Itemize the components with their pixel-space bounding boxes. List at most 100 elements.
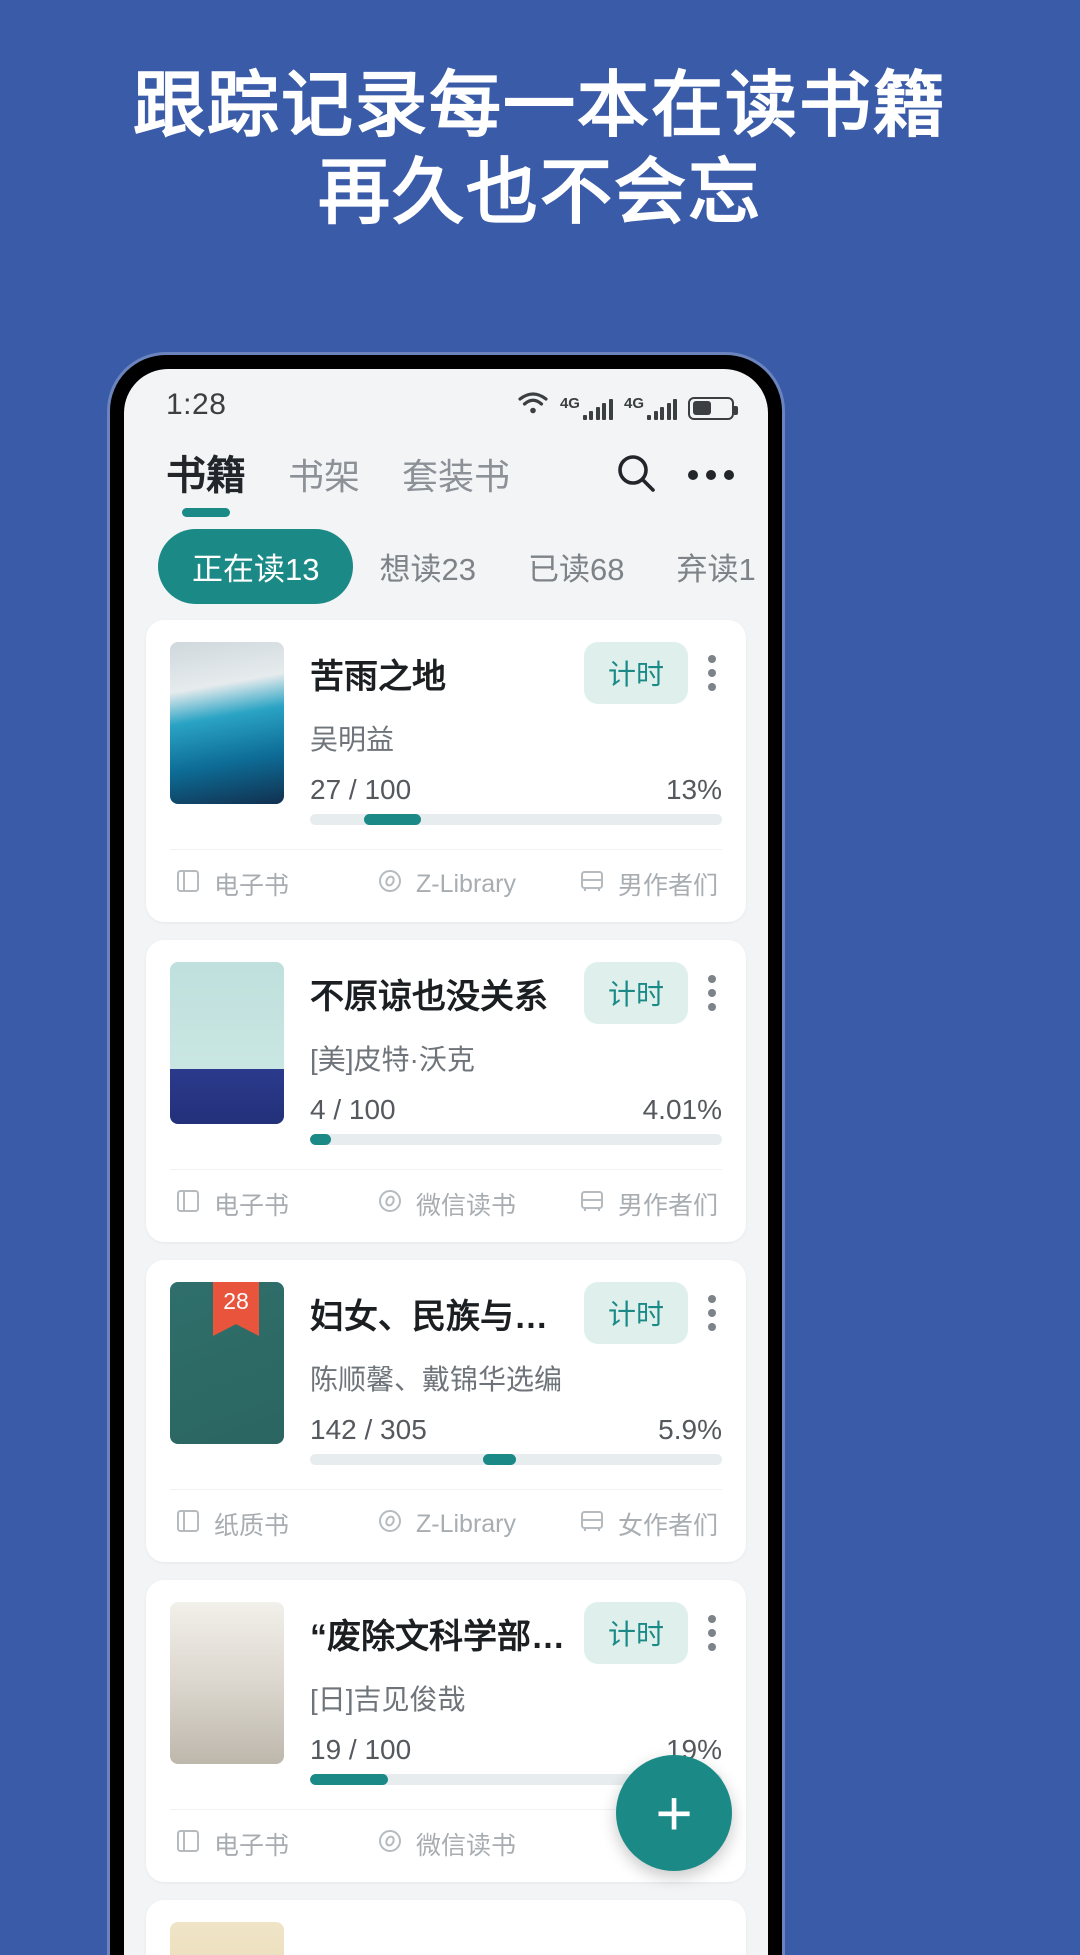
- book-card-footer: 纸质书 Z-Library 女作者们: [170, 1489, 722, 1562]
- book-format[interactable]: 电子书: [170, 1826, 355, 1862]
- book-format-label: 电子书: [214, 1192, 290, 1220]
- book-card-main: “废除文科学部”的冲击 计时 [日]吉见俊哉 19 / 100 19%: [170, 1602, 722, 1785]
- book-progress-text: 142 / 305: [310, 1414, 427, 1445]
- book-source-label: Z-Library: [415, 1509, 516, 1538]
- book-source-icon: [376, 1187, 404, 1222]
- book-menu-icon[interactable]: [702, 1615, 722, 1651]
- book-author: 陈顺馨、戴锦华选编: [310, 1364, 563, 1395]
- signal-bars-2: [647, 398, 677, 420]
- book-cover[interactable]: 28: [170, 1282, 284, 1444]
- book-info: 不原谅也没关系 计时 [美]皮特·沃克 4 / 100 4.01%: [310, 962, 722, 1145]
- add-book-fab[interactable]: +: [616, 1755, 732, 1871]
- book-card[interactable]: 苦雨之地 计时 吴明益 27 / 100 13% 电子书 Z-Library 男…: [146, 620, 746, 922]
- book-shelf[interactable]: 男作者们: [537, 866, 722, 902]
- tab-shelf[interactable]: 书架: [288, 448, 360, 516]
- book-progress-row: 27 / 100 13%: [310, 758, 722, 806]
- book-menu-icon[interactable]: [702, 1295, 722, 1331]
- book-progress-fill: [483, 1454, 516, 1465]
- book-progress-text: 19 / 100: [310, 1734, 412, 1765]
- book-progress-bar[interactable]: [310, 814, 722, 825]
- status-bar: 1:28 4G 4G: [124, 369, 768, 435]
- book-shelf-icon: [578, 1507, 606, 1542]
- book-card-footer: 电子书 微信读书 男作者们: [170, 1169, 722, 1242]
- book-progress-fill: [310, 1134, 331, 1145]
- phone-mockup: 1:28 4G 4G 书籍 书架 套装书 正在读13 想读23 已读68 弃读1…: [110, 355, 782, 1955]
- timer-button[interactable]: 计时: [583, 1282, 688, 1344]
- book-shelf-icon: [578, 867, 606, 902]
- promo-headline: 跟踪记录每一本在读书籍 再久也不会忘: [0, 0, 1080, 300]
- battery-icon: [688, 396, 738, 420]
- timer-button[interactable]: 计时: [583, 1602, 688, 1664]
- book-format-label: 电子书: [214, 872, 290, 900]
- book-progress-bar[interactable]: [310, 1454, 722, 1465]
- book-progress-percent: 4.01%: [642, 1094, 722, 1125]
- book-progress-percent: 13%: [665, 774, 722, 805]
- book-progress-text: 4 / 100: [310, 1094, 396, 1125]
- book-menu-icon[interactable]: [702, 655, 722, 691]
- book-source-icon: [376, 1507, 404, 1542]
- filter-chip-abandoned[interactable]: 弃读1: [650, 529, 768, 604]
- timer-button[interactable]: 计时: [583, 642, 688, 704]
- wifi-icon: [517, 391, 549, 420]
- book-source[interactable]: Z-Library: [355, 867, 536, 902]
- book-progress-fill: [310, 1774, 389, 1785]
- filter-chip-reading[interactable]: 正在读13: [158, 529, 354, 604]
- book-card[interactable]: [146, 1900, 746, 1955]
- book-progress-bar[interactable]: [310, 1134, 722, 1145]
- book-source[interactable]: Z-Library: [355, 1507, 536, 1542]
- more-horizontal-icon[interactable]: [688, 470, 734, 480]
- book-card[interactable]: 28 妇女、民族与女性主义 计时 陈顺馨、戴锦华选编 142 / 305 5.9…: [146, 1260, 746, 1562]
- nav-tabs: 书籍 书架 套装书: [166, 443, 614, 517]
- book-shelf[interactable]: 女作者们: [537, 1506, 722, 1542]
- book-format-icon: [174, 1827, 202, 1862]
- book-format[interactable]: 纸质书: [170, 1506, 355, 1542]
- timer-button[interactable]: 计时: [583, 962, 688, 1024]
- book-source-label: 微信读书: [415, 1192, 516, 1220]
- book-title-row: 不原谅也没关系 计时: [310, 962, 722, 1024]
- nav-actions: [614, 451, 734, 510]
- book-progress-row: 4 / 100 4.01%: [310, 1078, 722, 1126]
- tab-books[interactable]: 书籍: [166, 443, 246, 517]
- top-nav: 书籍 书架 套装书: [124, 435, 768, 515]
- search-icon[interactable]: [614, 451, 658, 500]
- book-progress-percent: 5.9%: [658, 1414, 722, 1445]
- book-title: 苦雨之地: [310, 657, 446, 696]
- book-format-icon: [174, 1507, 202, 1542]
- book-cover[interactable]: [170, 642, 284, 804]
- promo-line-1: 跟踪记录每一本在读书籍: [132, 66, 947, 147]
- book-progress-fill: [363, 814, 422, 825]
- book-format[interactable]: 电子书: [170, 1186, 355, 1222]
- book-shelf-label: 男作者们: [617, 872, 718, 900]
- tab-boxsets[interactable]: 套装书: [402, 448, 510, 516]
- network-label-2: 4G: [623, 394, 644, 412]
- filter-chip-finished[interactable]: 已读68: [502, 529, 650, 604]
- book-progress-row: 142 / 305 5.9%: [310, 1398, 722, 1446]
- book-source[interactable]: 微信读书: [355, 1186, 536, 1222]
- book-menu-icon[interactable]: [702, 975, 722, 1011]
- book-cover[interactable]: [170, 1602, 284, 1764]
- book-card-main: 28 妇女、民族与女性主义 计时 陈顺馨、戴锦华选编 142 / 305 5.9…: [170, 1282, 722, 1465]
- book-author: [美]皮特·沃克: [310, 1044, 475, 1075]
- book-info: 妇女、民族与女性主义 计时 陈顺馨、戴锦华选编 142 / 305 5.9%: [310, 1282, 722, 1465]
- book-card[interactable]: 不原谅也没关系 计时 [美]皮特·沃克 4 / 100 4.01% 电子书 微信…: [146, 940, 746, 1242]
- book-progress-text: 27 / 100: [310, 774, 412, 805]
- book-shelf-label: 男作者们: [617, 1192, 718, 1220]
- book-format-icon: [174, 867, 202, 902]
- book-cover[interactable]: [170, 962, 284, 1124]
- book-shelf[interactable]: 男作者们: [537, 1186, 722, 1222]
- book-card-main: 不原谅也没关系 计时 [美]皮特·沃克 4 / 100 4.01%: [170, 962, 722, 1145]
- book-cover[interactable]: [170, 1922, 284, 1955]
- book-card-main: [170, 1922, 722, 1955]
- filter-chips: 正在读13 想读23 已读68 弃读1: [124, 515, 768, 616]
- filter-chip-want-to-read[interactable]: 想读23: [353, 529, 501, 604]
- book-author: [日]吉见俊哉: [310, 1684, 466, 1715]
- book-info: 苦雨之地 计时 吴明益 27 / 100 13%: [310, 642, 722, 825]
- book-title-row: 苦雨之地 计时: [310, 642, 722, 704]
- book-source-icon: [376, 867, 404, 902]
- book-source[interactable]: 微信读书: [355, 1826, 536, 1862]
- book-format[interactable]: 电子书: [170, 866, 355, 902]
- book-source-label: Z-Library: [415, 869, 516, 898]
- status-icons: 4G 4G: [517, 391, 738, 420]
- book-info: [310, 1922, 722, 1955]
- book-source-icon: [376, 1827, 404, 1862]
